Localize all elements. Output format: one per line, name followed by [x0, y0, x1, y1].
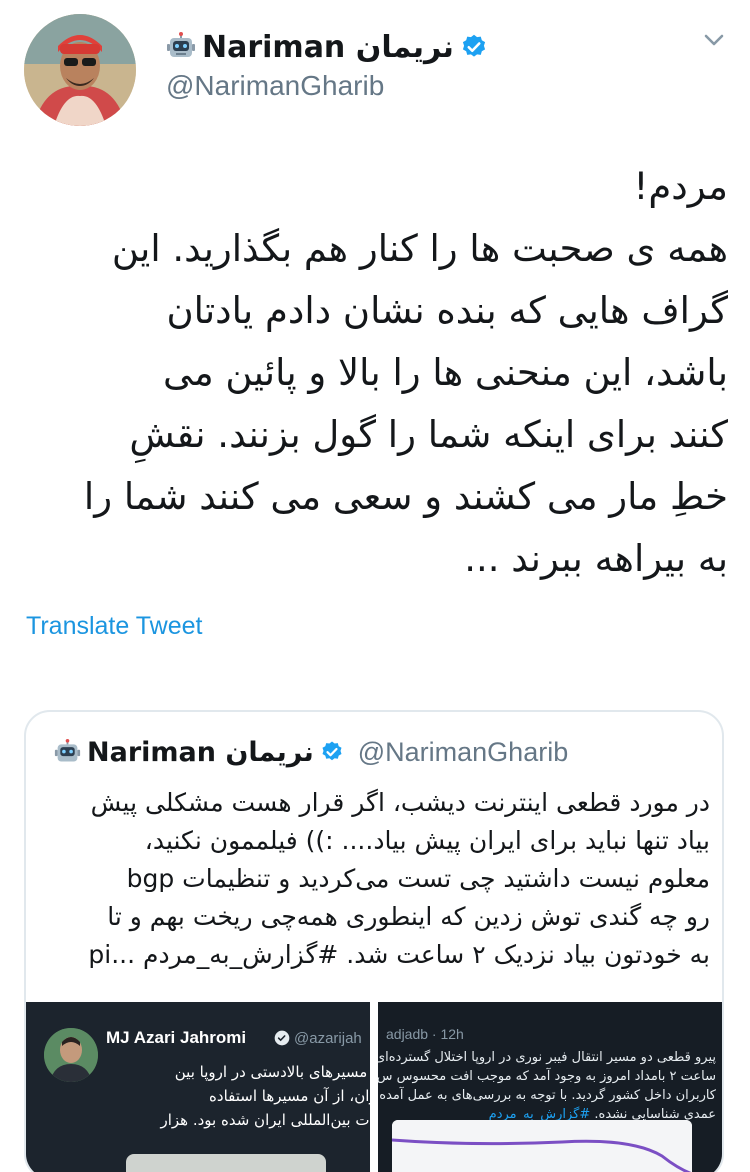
quoted-tweet-header: Nariman نریمان @NarimanGharib [54, 732, 568, 772]
avatar-photo [24, 14, 136, 126]
embedded-chart-preview [392, 1120, 692, 1172]
quoted-image-left[interactable]: MJ Azari Jahromi @azarijah در مسیرهای با… [26, 1002, 370, 1172]
quoted-tweet-text: در مورد قطعی اینترنت دیشب، اگر قرار هست … [48, 784, 710, 974]
author-avatar[interactable] [24, 14, 136, 126]
embedded-tweet-text: در مسیرهای بالادستی در اروپا بین ایران، … [56, 1060, 370, 1132]
quoted-line: رو چه گندی توش زدین که اینطوری همه‌چی ری… [107, 902, 710, 931]
quoted-author-name: Nariman نریمان [87, 736, 314, 768]
quoted-line: معلوم نیست داشتید چی تست می‌کردید و تنظی… [126, 864, 710, 893]
tweet-line: کنند برای اینکه شما را گول بزنند. نقشِ [129, 413, 728, 456]
tweet-line: همه ی صحبت ها را کنار هم بگذارید. این [111, 227, 728, 270]
author-display-name: Nariman نریمان [202, 29, 454, 65]
quoted-author-handle: @NarimanGharib [357, 736, 569, 767]
tweet-line: مردم! [633, 165, 728, 208]
tweet-line: به بیراهه ببرند ... [464, 537, 728, 580]
embedded-chart-graphic [392, 1120, 692, 1172]
embedded-tweet-text: پیرو قطعی دو مسیر انتقال فیبر نوری در ار… [378, 1048, 716, 1124]
robot-emoji-icon [54, 738, 81, 761]
tweet-line: گراف هایی که بنده نشان دادم یادتان [166, 289, 728, 332]
embedded-author-name: MJ Azari Jahromi [106, 1028, 247, 1047]
tweet-line: خطِ مار می کشند و سعی می کنند شما را [83, 475, 728, 518]
embedded-image-preview [126, 1154, 326, 1172]
tweet-text: مردم! همه ی صحبت ها را کنار هم بگذارید. … [20, 156, 728, 590]
embedded-line: طات بین‌المللی ایران شده بود. هزار [160, 1111, 370, 1129]
author-handle[interactable]: @NarimanGharib [166, 70, 384, 102]
embedded-meta: adjadb · 12h [386, 1026, 464, 1042]
embedded-line: در مسیرهای بالادستی در اروپا بین [174, 1063, 370, 1081]
embedded-line: کاربران داخل کشور گردید. با توجه به بررس… [379, 1088, 716, 1103]
embedded-line: پیرو قطعی دو مسیر انتقال فیبر نوری در ار… [378, 1050, 716, 1065]
verified-badge-icon [462, 34, 486, 57]
chevron-down-icon[interactable] [700, 28, 728, 52]
quoted-line: به خودتون بیاد نزدیک ۲ ساعت شد. #گزارش_ب… [88, 940, 710, 969]
embedded-author-handle: @azarijah [294, 1030, 362, 1047]
author-name-row[interactable]: Nariman نریمان [166, 24, 488, 70]
translate-tweet-link[interactable]: Translate Tweet [26, 612, 202, 641]
quoted-image-right[interactable]: adjadb · 12h پیرو قطعی دو مسیر انتقال فی… [378, 1002, 722, 1172]
quoted-tweet-card[interactable]: Nariman نریمان @NarimanGharib در مورد قط… [24, 710, 724, 1172]
quoted-line: بیاد تنها نباید برای ایران پیش بیاد.... … [144, 826, 710, 855]
embedded-line: ساعت ۲ بامداد امروز به وجود آمد که موجب … [378, 1069, 716, 1084]
embedded-line: ایران، از آن مسیرها استفاده [209, 1087, 370, 1105]
tweet-line: باشد، این منحنی ها را بالا و پائین می [163, 351, 728, 394]
tweet-detail-view: Nariman نریمان @NarimanGharib مردم! همه … [0, 0, 750, 1172]
quoted-line: در مورد قطعی اینترنت دیشب، اگر قرار هست … [90, 788, 710, 817]
verified-badge-icon [274, 1030, 290, 1046]
verified-badge-icon [322, 741, 342, 761]
robot-emoji-icon [167, 32, 195, 57]
